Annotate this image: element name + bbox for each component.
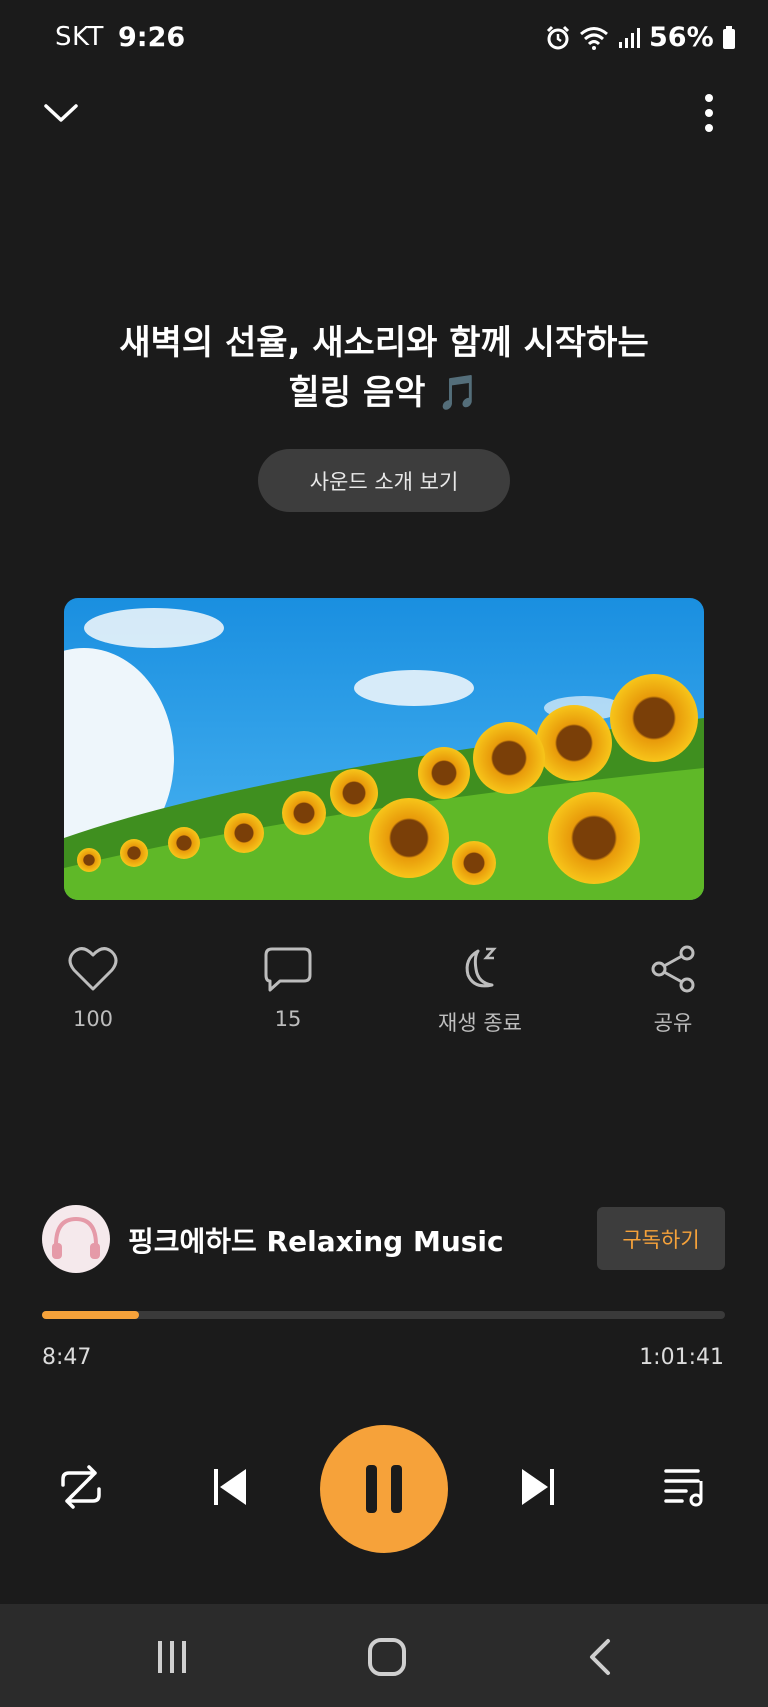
home-icon — [368, 1638, 406, 1676]
collapse-button[interactable] — [38, 90, 84, 136]
alarm-icon — [546, 25, 570, 49]
headphones-logo — [52, 1216, 100, 1259]
battery-percent: 56% — [649, 22, 714, 53]
status-icons: 56% — [545, 22, 736, 53]
like-button[interactable]: 100 — [28, 945, 158, 1045]
subscribe-button[interactable]: 구독하기 — [597, 1207, 725, 1270]
pause-button[interactable] — [320, 1425, 448, 1553]
next-icon — [522, 1469, 554, 1505]
home-button[interactable] — [357, 1630, 417, 1684]
playlist-icon — [664, 1469, 703, 1507]
recent-apps-icon — [158, 1641, 186, 1673]
sunflower-field-image — [64, 598, 704, 900]
recent-apps-button[interactable] — [142, 1630, 202, 1684]
like-count: 100 — [72, 1007, 114, 1031]
track-title-line2: 힐링 음악 🎵 — [80, 368, 688, 418]
sleep-timer-icon — [465, 947, 497, 988]
share-button[interactable]: 공유 — [608, 945, 738, 1045]
previous-button[interactable] — [200, 1457, 260, 1517]
carrier-label: SKT — [55, 22, 104, 52]
music-note-emoji: 🎵 — [437, 373, 480, 413]
previous-icon — [214, 1469, 246, 1505]
signal-icon — [619, 27, 640, 48]
comment-count: 15 — [274, 1007, 302, 1031]
next-button[interactable] — [508, 1457, 568, 1517]
playlist-button[interactable] — [656, 1457, 716, 1517]
comment-icon — [264, 947, 312, 992]
progress-bar[interactable] — [42, 1311, 725, 1319]
total-time: 1:01:41 — [639, 1345, 724, 1370]
sleep-timer-button[interactable]: 재생 종료 — [415, 945, 545, 1045]
repeat-button[interactable] — [51, 1457, 111, 1517]
track-title: 새벽의 선율, 새소리와 함께 시작하는 힐링 음악 🎵 — [80, 318, 688, 418]
more-vertical-icon — [705, 94, 713, 132]
back-button[interactable] — [572, 1630, 632, 1684]
sound-intro-button[interactable]: 사운드 소개 보기 — [258, 449, 510, 512]
comment-button[interactable]: 15 — [223, 945, 353, 1045]
wifi-icon — [580, 26, 608, 50]
status-bar: SKT 9:26 56% — [0, 0, 768, 80]
track-title-line1: 새벽의 선율, 새소리와 함께 시작하는 — [119, 323, 649, 363]
progress-fill — [42, 1311, 139, 1319]
more-button[interactable] — [694, 90, 724, 136]
sleep-timer-label: 재생 종료 — [438, 1011, 522, 1035]
elapsed-time: 8:47 — [42, 1345, 92, 1370]
track-title-text: 힐링 음악 — [288, 373, 426, 413]
pause-icon — [366, 1465, 402, 1513]
channel-avatar[interactable] — [42, 1205, 110, 1273]
repeat-icon — [61, 1465, 101, 1509]
battery-icon — [722, 25, 735, 49]
clock: 9:26 — [118, 22, 186, 53]
share-label: 공유 — [653, 1011, 693, 1035]
back-icon — [590, 1639, 610, 1675]
heart-icon — [68, 947, 118, 991]
album-artwork — [64, 598, 704, 900]
chevron-down-icon — [44, 104, 78, 122]
share-icon — [651, 945, 695, 993]
channel-name[interactable]: 핑크에하드 Relaxing Music — [128, 1220, 504, 1260]
